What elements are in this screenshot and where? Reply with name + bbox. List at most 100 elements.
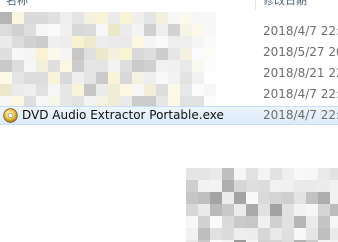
mosaic-block [270, 180, 282, 192]
mosaic-block [108, 48, 120, 60]
mosaic-block [72, 36, 84, 48]
mosaic-block [48, 72, 60, 84]
mosaic-block [306, 180, 318, 192]
column-header-date-modified[interactable]: 修改日期 [263, 0, 338, 10]
mosaic-block [204, 48, 216, 60]
mosaic-block [12, 48, 24, 60]
mosaic-block [204, 96, 216, 106]
mosaic-block [0, 72, 12, 84]
mosaic-block [108, 12, 120, 24]
mosaic-block [96, 84, 108, 96]
mosaic-block [48, 48, 60, 60]
mosaic-block [294, 228, 306, 240]
file-explorer-list: 名称 修改日期 2018/4/7 22:3 2018/5/27 20 2018/… [0, 0, 338, 242]
mosaic-block [132, 84, 144, 96]
mosaic-block [0, 36, 12, 48]
mosaic-block [234, 228, 246, 240]
mosaic-block [48, 96, 60, 106]
mosaic-block [144, 96, 156, 106]
mosaic-block [222, 168, 234, 180]
mosaic-block [144, 48, 156, 60]
mosaic-block [282, 168, 294, 180]
file-date-modified: 2018/5/27 20 [263, 45, 338, 59]
mosaic-block [156, 24, 168, 36]
mosaic-block [96, 96, 108, 106]
mosaic-block [204, 36, 216, 48]
mosaic-block [192, 24, 204, 36]
mosaic-block [270, 216, 282, 228]
mosaic-block [204, 12, 216, 24]
mosaic-block [12, 24, 24, 36]
mosaic-block [234, 168, 246, 180]
mosaic-block [222, 216, 234, 228]
mosaic-block [168, 60, 180, 72]
mosaic-block [120, 12, 132, 24]
mosaic-block [180, 24, 192, 36]
mosaic-block [156, 12, 168, 24]
mosaic-block [282, 228, 294, 240]
file-date-modified: 2018/4/7 22: [263, 108, 338, 122]
mosaic-block [60, 48, 72, 60]
mosaic-block [132, 36, 144, 48]
mosaic-block [24, 60, 36, 72]
mosaic-block [306, 228, 318, 240]
mosaic-block [204, 24, 216, 36]
mosaic-block [258, 168, 270, 180]
mosaic-block [60, 60, 72, 72]
column-divider[interactable] [255, 0, 256, 10]
mosaic-block [246, 168, 258, 180]
mosaic-block [168, 96, 180, 106]
mosaic-block [180, 72, 192, 84]
mosaic-block [186, 204, 198, 216]
mosaic-block [210, 204, 222, 216]
mosaic-block [180, 12, 192, 24]
mosaic-block [0, 60, 12, 72]
mosaic-block [48, 84, 60, 96]
mosaic-block [96, 60, 108, 72]
mosaic-block [330, 192, 338, 204]
mosaic-block [330, 168, 338, 180]
mosaic-block [36, 24, 48, 36]
mosaic-block [180, 84, 192, 96]
mosaic-block [24, 72, 36, 84]
mosaic-block [24, 24, 36, 36]
mosaic-block [258, 216, 270, 228]
file-row-selected[interactable]: DVD Audio Extractor Portable.exe 2018/4/… [0, 106, 338, 125]
mosaic-block [0, 12, 12, 24]
mosaic-block [318, 204, 330, 216]
mosaic-block [270, 228, 282, 240]
mosaic-block [270, 168, 282, 180]
mosaic-block [168, 36, 180, 48]
mosaic-block [246, 228, 258, 240]
mosaic-block [318, 228, 330, 240]
mosaic-block [258, 228, 270, 240]
mosaic-block [270, 192, 282, 204]
mosaic-block [198, 192, 210, 204]
mosaic-block [192, 96, 204, 106]
mosaic-block [60, 72, 72, 84]
mosaic-block [72, 48, 84, 60]
file-date-modified: 2018/4/7 22:3 [263, 24, 338, 38]
mosaic-block [12, 96, 24, 106]
mosaic-block [12, 60, 24, 72]
mosaic-block [156, 60, 168, 72]
mosaic-block [84, 96, 96, 106]
mosaic-block [0, 24, 12, 36]
column-header: 名称 修改日期 [0, 0, 338, 10]
mosaic-block [96, 72, 108, 84]
file-name: DVD Audio Extractor Portable.exe [22, 108, 224, 122]
column-header-name[interactable]: 名称 [6, 0, 246, 10]
mosaic-block [246, 180, 258, 192]
mosaic-block [168, 24, 180, 36]
mosaic-block [48, 24, 60, 36]
mosaic-block [120, 96, 132, 106]
mosaic-block [132, 60, 144, 72]
mosaic-block [210, 168, 222, 180]
mosaic-block [180, 60, 192, 72]
mosaic-block [84, 24, 96, 36]
mosaic-block [198, 228, 210, 240]
mosaic-block [96, 48, 108, 60]
mosaic-block [282, 216, 294, 228]
mosaic-block [180, 96, 192, 106]
mosaic-block [210, 216, 222, 228]
